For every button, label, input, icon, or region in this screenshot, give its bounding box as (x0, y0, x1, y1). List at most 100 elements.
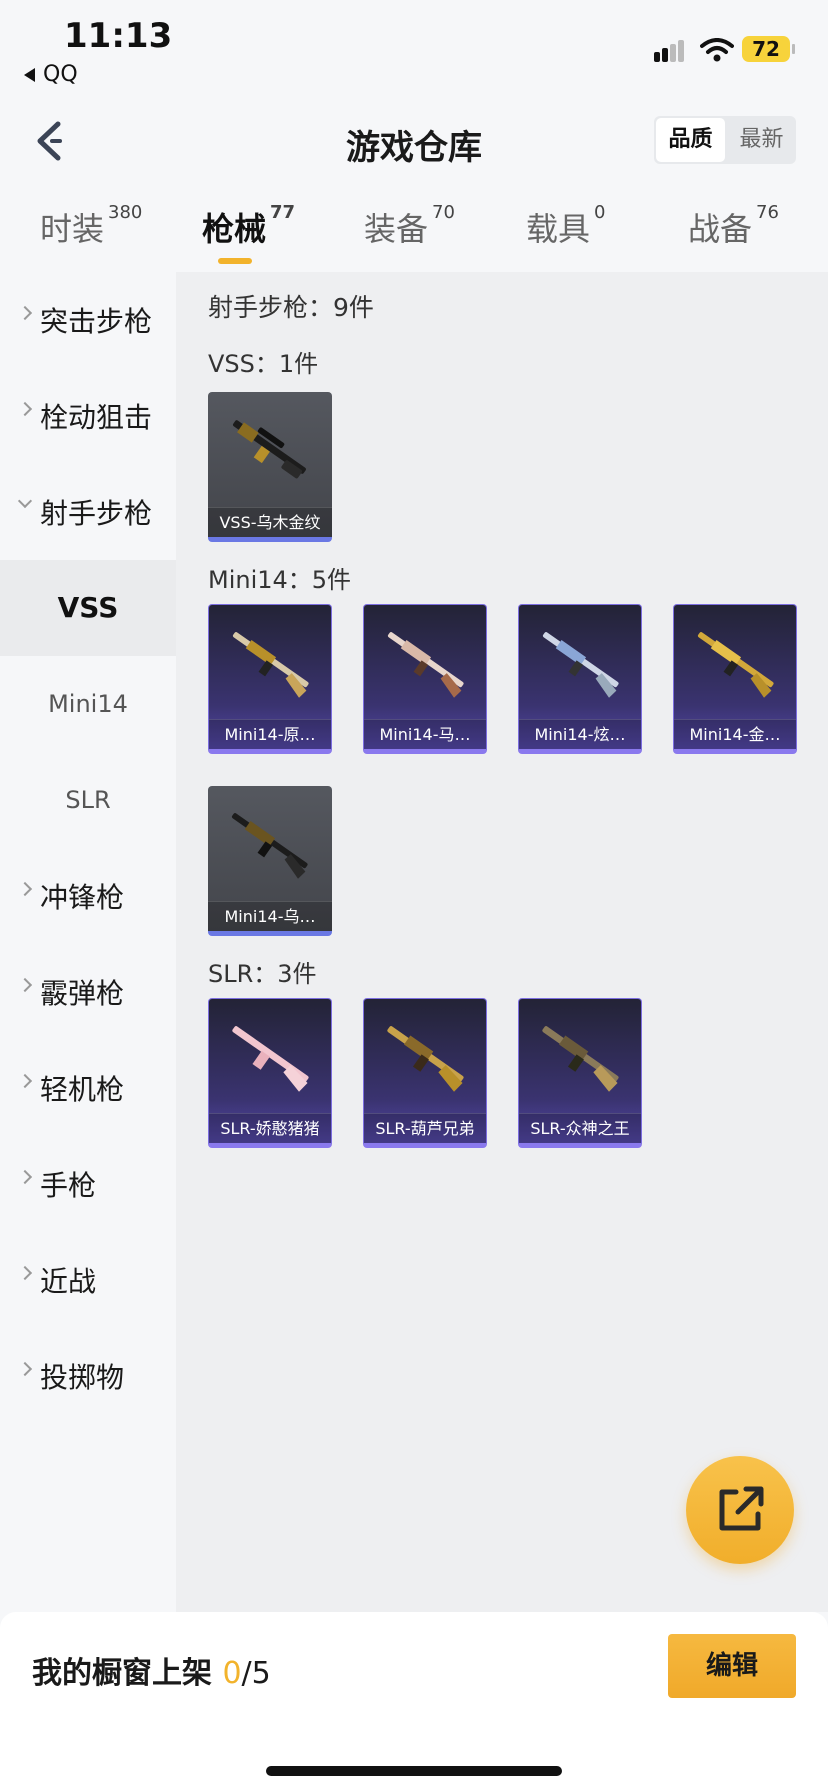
sidebar-item-assault-rifle[interactable]: 突击步枪 (0, 272, 176, 368)
chevron-right-icon (17, 305, 33, 321)
item-card[interactable]: SLR-葫芦兄弟 (363, 998, 487, 1148)
section-title-slr: SLR：3件 (208, 960, 317, 988)
item-name: VSS-乌木金纹 (208, 507, 332, 537)
item-card[interactable]: VSS-乌木金纹 (208, 392, 332, 542)
chevron-right-icon (17, 401, 33, 417)
item-card[interactable]: SLR-娇憨猪猪 (208, 998, 332, 1148)
sidebar-item-throwable[interactable]: 投掷物 (0, 1328, 176, 1424)
rifle-icon (542, 1026, 619, 1092)
sidebar-item-melee[interactable]: 近战 (0, 1232, 176, 1328)
home-indicator[interactable] (266, 1766, 562, 1776)
sidebar-item-marksman-rifle[interactable]: 射手步枪 (0, 464, 176, 560)
item-card[interactable]: Mini14-马… (363, 604, 487, 754)
chevron-right-icon (17, 1169, 33, 1185)
sidebar-item-label: 近战 (40, 1265, 97, 1298)
cellular-signal-icon (654, 40, 688, 62)
item-name: Mini14-马… (364, 719, 486, 749)
sidebar-item-label: 射手步枪 (40, 497, 153, 530)
rifle-icon (232, 632, 309, 698)
rifle-icon (697, 632, 774, 698)
chevron-right-icon (17, 1265, 33, 1281)
share-icon (719, 1486, 764, 1531)
sidebar-item-label: 突击步枪 (40, 305, 153, 338)
item-card[interactable]: Mini14-炫… (518, 604, 642, 754)
page-header: 游戏仓库 品质 最新 (0, 96, 828, 188)
sidebar-item-label: 冲锋枪 (40, 881, 125, 914)
chevron-right-icon (17, 977, 33, 993)
item-card[interactable]: Mini14-金… (673, 604, 797, 754)
sort-quality-button[interactable]: 品质 (656, 118, 725, 162)
sort-toggle: 品质 最新 (654, 116, 796, 164)
back-to-app-link[interactable]: QQ (24, 62, 78, 87)
tab-label: 战备 (688, 210, 753, 248)
showcase-count: 0 (222, 1656, 242, 1691)
share-button[interactable] (686, 1456, 794, 1564)
sidebar-item-label: 手枪 (40, 1169, 97, 1202)
rifle-icon (387, 632, 464, 698)
status-time: 11:13 (64, 16, 173, 56)
chevron-right-icon (17, 1361, 33, 1377)
weapon-category-sidebar: 突击步枪 栓动狙击 射手步枪 VSS Mini14 SLR 冲锋枪 霰弹枪 轻机… (0, 272, 176, 1612)
wifi-icon (700, 38, 734, 62)
chevron-right-icon (17, 881, 33, 897)
back-triangle-icon (24, 68, 35, 82)
item-name: Mini14-金… (674, 719, 796, 749)
tab-count: 77 (270, 202, 296, 223)
tab-count: 0 (594, 202, 606, 223)
sidebar-sub-slr[interactable]: SLR (0, 752, 176, 848)
section-title-vss: VSS：1件 (208, 350, 319, 378)
sidebar-item-pistol[interactable]: 手枪 (0, 1136, 176, 1232)
tab-label: 枪械 (202, 210, 267, 248)
sidebar-item-label: 轻机枪 (40, 1073, 125, 1106)
back-arrow-icon[interactable] (30, 116, 70, 166)
edit-button[interactable]: 编辑 (668, 1634, 796, 1698)
tab-count: 380 (108, 202, 143, 223)
sidebar-item-label: 投掷物 (40, 1361, 125, 1394)
showcase-label: 我的橱窗上架 (32, 1656, 223, 1691)
tab-vehicles[interactable]: 载具 0 (526, 202, 606, 250)
sidebar-item-lmg[interactable]: 轻机枪 (0, 1040, 176, 1136)
section-title-mini14: Mini14：5件 (208, 566, 352, 594)
active-tab-indicator (218, 258, 252, 264)
item-name: Mini14-炫… (519, 719, 641, 749)
battery-indicator: 72 (742, 36, 795, 62)
back-app-label: QQ (43, 62, 78, 87)
tab-supplies[interactable]: 战备 76 (688, 202, 779, 250)
item-name: SLR-众神之王 (519, 1113, 641, 1143)
sidebar-sub-mini14[interactable]: Mini14 (0, 656, 176, 752)
item-name: Mini14-原… (209, 719, 331, 749)
item-name: SLR-葫芦兄弟 (364, 1113, 486, 1143)
sidebar-item-label: 霰弹枪 (40, 977, 125, 1010)
tab-count: 76 (756, 202, 779, 223)
sidebar-item-smg[interactable]: 冲锋枪 (0, 848, 176, 944)
sidebar-item-shotgun[interactable]: 霰弹枪 (0, 944, 176, 1040)
item-grid-panel: 射手步枪：9件 VSS：1件 VSS-乌木金纹 Mini14：5件 Mini14… (176, 272, 828, 1612)
tab-label: 时装 (40, 210, 105, 248)
tab-fashion[interactable]: 时装 380 (40, 202, 143, 250)
item-card[interactable]: Mini14-乌… (208, 786, 332, 936)
rifle-icon (387, 1026, 464, 1092)
item-card[interactable]: Mini14-原… (208, 604, 332, 754)
chevron-down-icon (17, 493, 33, 509)
showcase-summary: 我的橱窗上架 0/5 (32, 1648, 271, 1692)
status-bar: 11:13 QQ 72 (0, 0, 828, 96)
rifle-icon (233, 420, 306, 479)
showcase-total: /5 (241, 1656, 271, 1691)
tab-firearms[interactable]: 枪械 77 (202, 202, 296, 264)
item-card[interactable]: SLR-众神之王 (518, 998, 642, 1148)
tab-label: 载具 (526, 210, 591, 248)
tab-count: 70 (432, 202, 455, 223)
sidebar-item-bolt-sniper[interactable]: 栓动狙击 (0, 368, 176, 464)
tab-label: 装备 (364, 210, 429, 248)
sidebar-item-label: 栓动狙击 (40, 401, 153, 434)
item-name: Mini14-乌… (208, 901, 332, 931)
sort-newest-button[interactable]: 最新 (727, 116, 796, 164)
sidebar-sub-vss[interactable]: VSS (0, 560, 176, 656)
category-tabs: 时装 380 枪械 77 装备 70 载具 0 战备 76 (0, 196, 828, 272)
tab-equipment[interactable]: 装备 70 (364, 202, 455, 250)
bottom-bar: 我的橱窗上架 0/5 编辑 (0, 1612, 828, 1792)
item-name: SLR-娇憨猪猪 (209, 1113, 331, 1143)
rifle-icon (231, 813, 308, 879)
category-title: 射手步枪：9件 (208, 293, 374, 322)
rifle-icon (232, 1026, 309, 1092)
